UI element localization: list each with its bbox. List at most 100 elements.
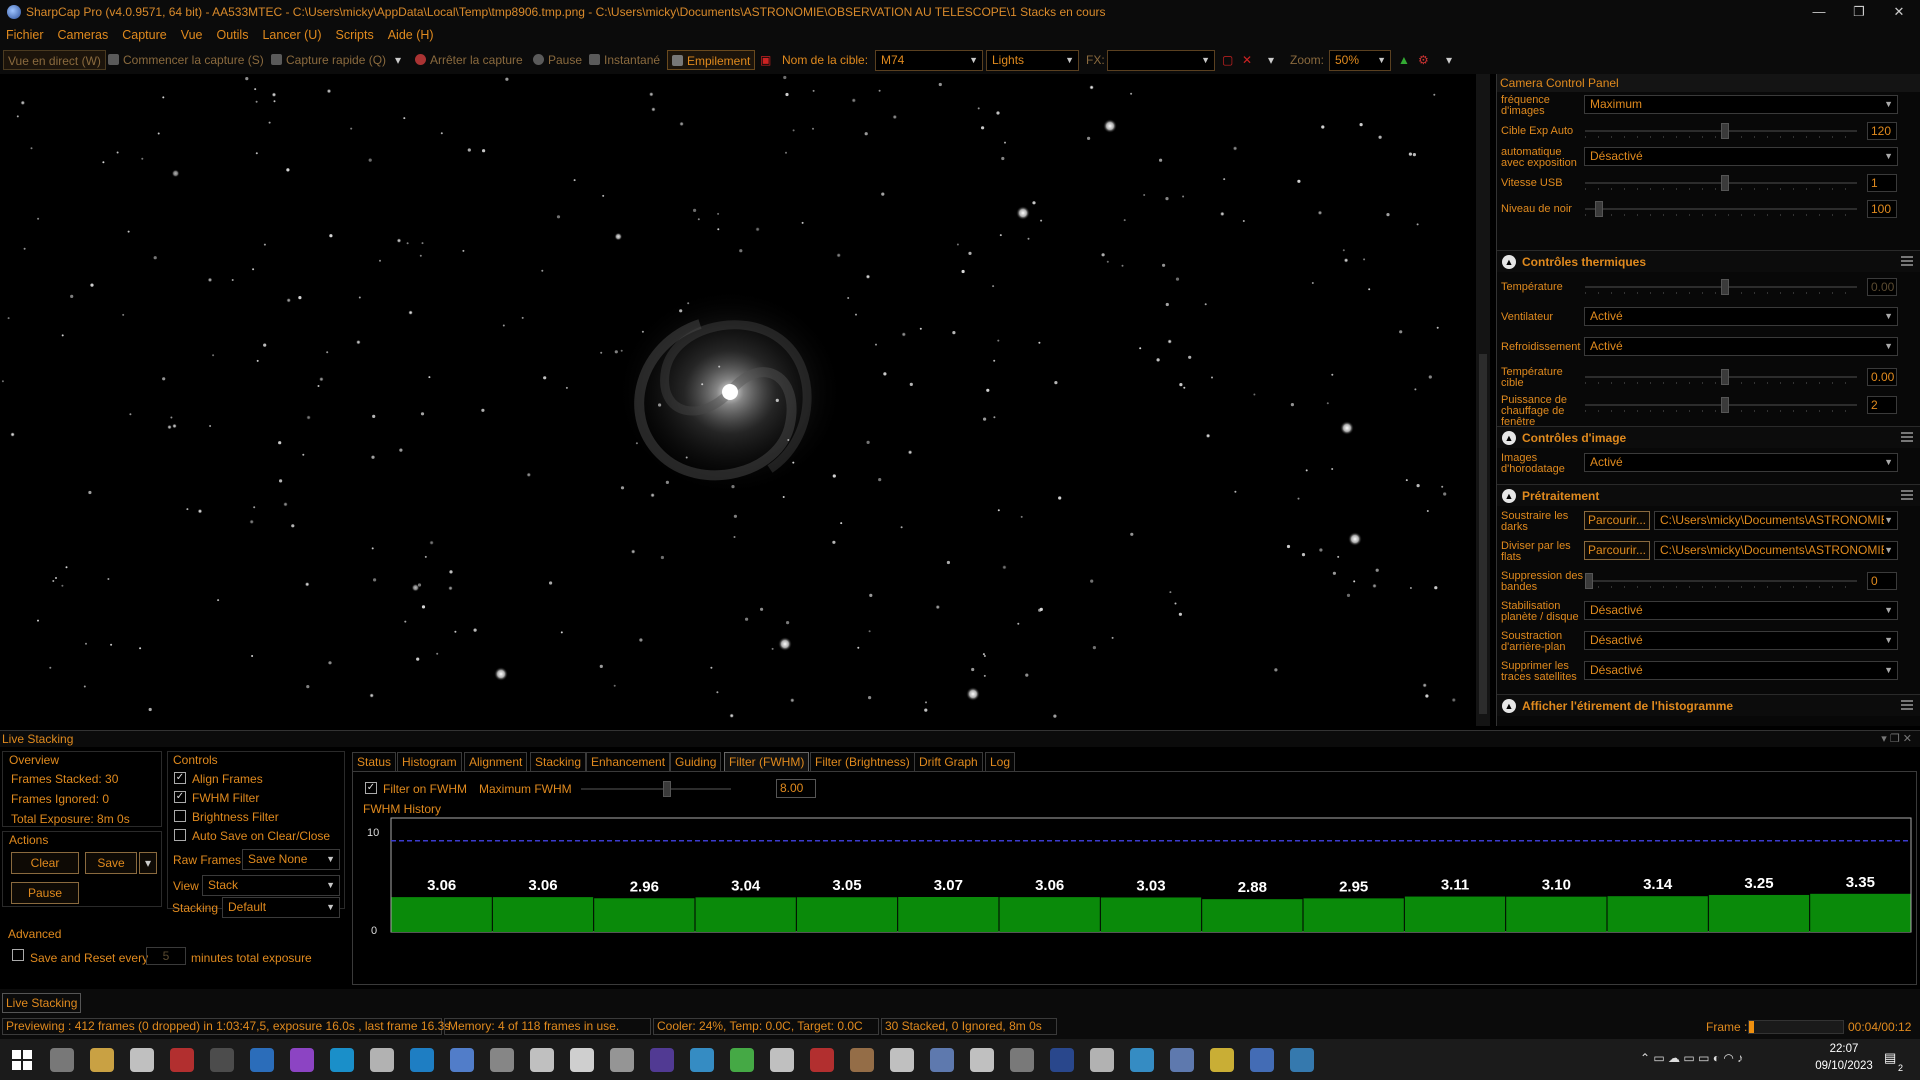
tab-guiding[interactable]: Guiding <box>670 752 722 772</box>
slider-handle[interactable] <box>1721 369 1729 385</box>
toolbar-more-dropdown[interactable]: ▾ <box>1446 50 1452 70</box>
histogram-icon[interactable]: ▲ <box>1398 50 1410 70</box>
taskbar-app-icon[interactable] <box>290 1048 314 1072</box>
taskbar-app-icon[interactable] <box>330 1048 354 1072</box>
windows-start-icon[interactable] <box>12 1050 32 1070</box>
menu-vue[interactable]: Vue <box>181 28 203 42</box>
collapse-icon[interactable]: ▲ <box>1502 699 1516 713</box>
brightness-filter-checkbox[interactable] <box>174 810 186 822</box>
live-view-button[interactable]: Vue en direct (W) <box>3 50 106 70</box>
save-reset-minutes-input[interactable]: 5 <box>146 947 186 965</box>
section-image-controls[interactable]: ▲ Contrôles d'image <box>1497 426 1920 448</box>
quick-capture-dropdown[interactable]: ▾ <box>395 50 401 70</box>
target-temperature-slider[interactable] <box>1585 369 1857 385</box>
section-menu-icon[interactable] <box>1901 490 1913 500</box>
snapshot-button[interactable]: Instantané <box>589 50 660 70</box>
taskbar-app-icon[interactable] <box>130 1048 154 1072</box>
taskbar-app-icon[interactable] <box>610 1048 634 1072</box>
section-menu-icon[interactable] <box>1901 700 1913 710</box>
slider-handle[interactable] <box>1721 175 1729 191</box>
target-temperature-value[interactable]: 0.00 <box>1867 368 1897 386</box>
tab-filter-fwhm[interactable]: Filter (FWHM) <box>724 752 810 772</box>
collapse-icon[interactable]: ▲ <box>1502 489 1516 503</box>
taskbar-app-icon[interactable] <box>650 1048 674 1072</box>
taskbar-app-icon[interactable] <box>370 1048 394 1072</box>
darks-path-select[interactable]: C:\Users\micky\Documents\ASTRONOMIE ▼ <box>1654 511 1898 530</box>
menu-cameras[interactable]: Cameras <box>58 28 109 42</box>
section-menu-icon[interactable] <box>1901 256 1913 266</box>
clock-date[interactable]: 09/10/2023 <box>1800 1060 1888 1072</box>
taskbar-app-icon[interactable] <box>770 1048 794 1072</box>
taskbar-app-icon[interactable] <box>690 1048 714 1072</box>
menu-outils[interactable]: Outils <box>217 28 249 42</box>
background-subtraction-select[interactable]: Désactivé ▼ <box>1584 631 1898 650</box>
slider-handle[interactable] <box>1585 573 1593 589</box>
auto-exp-target-value[interactable]: 120 <box>1867 122 1897 140</box>
stacking-button[interactable]: Empilement <box>667 50 756 70</box>
fan-select[interactable]: Activé ▼ <box>1584 307 1898 326</box>
section-preprocessing[interactable]: ▲ Prétraitement <box>1497 484 1920 506</box>
taskbar-app-icon[interactable] <box>570 1048 594 1072</box>
collapse-icon[interactable]: ▲ <box>1502 255 1516 269</box>
align-frames-checkbox[interactable]: ✓ <box>174 772 186 784</box>
browse-darks-button[interactable]: Parcourir... <box>1584 511 1650 530</box>
menu-lancer[interactable]: Lancer (U) <box>262 28 321 42</box>
browse-flats-button[interactable]: Parcourir... <box>1584 541 1650 560</box>
frame-rate-select[interactable]: Maximum ▼ <box>1584 95 1898 114</box>
zoom-select[interactable]: 50% ▼ <box>1329 50 1391 71</box>
tab-status[interactable]: Status <box>352 752 397 772</box>
fx-select[interactable]: ▼ <box>1107 50 1215 71</box>
notification-icon[interactable]: ▤ <box>1884 1050 1896 1066</box>
taskbar-app-icon[interactable] <box>1010 1048 1034 1072</box>
taskbar-app-icon[interactable] <box>250 1048 274 1072</box>
taskbar-app-icon[interactable] <box>50 1048 74 1072</box>
section-histogram-stretch[interactable]: ▲ Afficher l'étirement de l'histogramme <box>1497 694 1920 716</box>
slider-handle[interactable] <box>1595 201 1603 217</box>
quick-capture-button[interactable]: Capture rapide (Q) <box>271 50 386 70</box>
max-fwhm-slider[interactable] <box>581 781 731 797</box>
taskbar-app-icon[interactable] <box>1050 1048 1074 1072</box>
cooling-select[interactable]: Activé ▼ <box>1584 337 1898 356</box>
fwhm-filter-checkbox[interactable]: ✓ <box>174 791 186 803</box>
slider-handle[interactable] <box>663 781 671 797</box>
save-options-dropdown[interactable]: ▾ <box>139 852 157 874</box>
menu-capture[interactable]: Capture <box>122 28 166 42</box>
black-level-value[interactable]: 100 <box>1867 200 1897 218</box>
stacking-mode-select[interactable]: Default ▼ <box>222 897 340 918</box>
flats-path-select[interactable]: C:\Users\micky\Documents\ASTRONOMIE ▼ <box>1654 541 1898 560</box>
menu-scripts[interactable]: Scripts <box>336 28 374 42</box>
menu-aide[interactable]: Aide (H) <box>388 28 434 42</box>
taskbar-app-icon[interactable] <box>1170 1048 1194 1072</box>
raw-frames-select[interactable]: Save None ▼ <box>242 849 340 870</box>
section-menu-icon[interactable] <box>1901 432 1913 442</box>
banding-slider[interactable] <box>1585 573 1857 589</box>
window-heater-slider[interactable] <box>1585 397 1857 413</box>
slider-handle[interactable] <box>1721 397 1729 413</box>
taskbar-app-icon[interactable] <box>810 1048 834 1072</box>
target-name-input[interactable]: M74 ▼ <box>875 50 983 71</box>
stop-capture-button[interactable]: Arrêter la capture <box>415 50 523 70</box>
taskbar-app-icon[interactable] <box>490 1048 514 1072</box>
taskbar-app-icon[interactable] <box>730 1048 754 1072</box>
taskbar-app-icon[interactable] <box>1130 1048 1154 1072</box>
frame-type-select[interactable]: Lights ▼ <box>986 50 1079 71</box>
tab-alignment[interactable]: Alignment <box>464 752 528 772</box>
usb-speed-slider[interactable] <box>1585 175 1857 191</box>
max-fwhm-input[interactable]: 8.00 <box>776 779 816 798</box>
stabilization-select[interactable]: Désactivé ▼ <box>1584 601 1898 620</box>
image-viewer[interactable] <box>0 74 1476 726</box>
reticle-icon[interactable]: ▢ <box>1222 50 1233 70</box>
taskbar-app-icon[interactable] <box>90 1048 114 1072</box>
taskbar-app-icon[interactable] <box>1090 1048 1114 1072</box>
tab-enhancement[interactable]: Enhancement <box>586 752 671 772</box>
image-scrollbar[interactable] <box>1476 74 1490 726</box>
save-reset-checkbox[interactable] <box>12 949 24 961</box>
clear-button[interactable]: Clear <box>11 852 79 874</box>
save-button[interactable]: Save <box>85 852 137 874</box>
tab-stacking[interactable]: Stacking <box>530 752 587 772</box>
scrollbar-thumb[interactable] <box>1479 354 1487 714</box>
usb-speed-value[interactable]: 1 <box>1867 174 1897 192</box>
taskbar-app-icon[interactable] <box>1290 1048 1314 1072</box>
satellite-trails-select[interactable]: Désactivé ▼ <box>1584 661 1898 680</box>
taskbar-app-icon[interactable] <box>210 1048 234 1072</box>
